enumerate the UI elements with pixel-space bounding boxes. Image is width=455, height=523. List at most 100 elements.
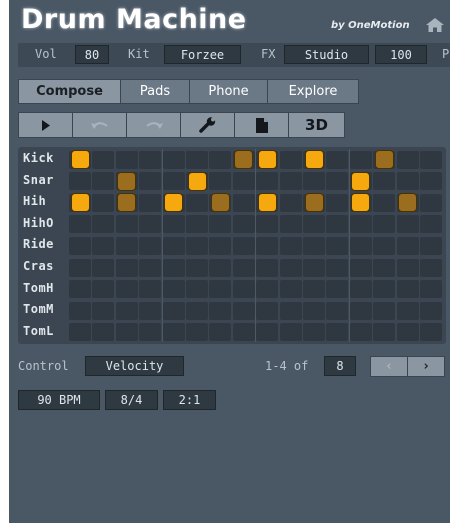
step-cell[interactable] — [186, 258, 208, 277]
step-cell[interactable] — [279, 258, 302, 277]
kit-select[interactable]: Forzee — [164, 45, 241, 64]
step-cell[interactable] — [303, 236, 325, 255]
tab-phone[interactable]: Phone — [189, 79, 268, 104]
redo-button[interactable] — [126, 112, 181, 138]
step-cell[interactable] — [92, 150, 115, 169]
step-cell[interactable] — [139, 193, 162, 212]
step-cell[interactable] — [279, 150, 302, 169]
step-cell[interactable] — [373, 280, 396, 299]
step-cell[interactable] — [92, 323, 115, 342]
step-cell[interactable] — [303, 258, 325, 277]
step-cell[interactable] — [373, 301, 396, 320]
step-cell[interactable] — [186, 323, 208, 342]
step-cell[interactable] — [186, 193, 208, 212]
step-cell[interactable] — [186, 280, 208, 299]
step-cell[interactable] — [303, 301, 325, 320]
bpm-field[interactable]: 90 BPM — [18, 390, 100, 410]
step-cell[interactable] — [69, 258, 91, 277]
step-cell[interactable] — [326, 215, 349, 234]
step-cell[interactable] — [303, 280, 325, 299]
step-cell[interactable] — [186, 236, 208, 255]
note-dim[interactable] — [234, 150, 254, 169]
step-cell[interactable] — [69, 236, 91, 255]
step-cell[interactable] — [209, 258, 232, 277]
step-cell[interactable] — [209, 215, 232, 234]
note-dim[interactable] — [117, 171, 137, 191]
note-bright[interactable] — [70, 193, 90, 213]
step-cell[interactable] — [232, 215, 255, 234]
step-cell[interactable] — [349, 323, 372, 342]
time-signature-field[interactable]: 8/4 — [105, 390, 158, 410]
home-icon[interactable] — [425, 17, 445, 33]
step-cell[interactable] — [326, 258, 349, 277]
step-cell[interactable] — [326, 193, 349, 212]
note-bright[interactable] — [304, 150, 324, 169]
prev-button[interactable]: ‹ — [370, 356, 408, 377]
note-bright[interactable] — [351, 193, 371, 213]
step-cell[interactable] — [92, 301, 115, 320]
tab-explore[interactable]: Explore — [267, 79, 359, 104]
step-cell[interactable] — [256, 172, 279, 191]
step-cell[interactable] — [396, 172, 419, 191]
step-cell[interactable] — [256, 215, 279, 234]
fx-amount-field[interactable]: 100 — [375, 45, 427, 64]
step-cell[interactable] — [420, 301, 442, 320]
step-cell[interactable] — [326, 150, 349, 169]
step-cell[interactable] — [279, 172, 302, 191]
step-cell[interactable] — [139, 215, 162, 234]
step-cell[interactable] — [303, 172, 325, 191]
note-bright[interactable] — [257, 193, 277, 213]
note-dim[interactable] — [210, 193, 230, 213]
step-cell[interactable] — [209, 172, 232, 191]
step-cell[interactable] — [349, 280, 372, 299]
step-cell[interactable] — [139, 236, 162, 255]
step-cell[interactable] — [209, 301, 232, 320]
view-3d-button[interactable]: 3D — [288, 112, 345, 138]
step-cell[interactable] — [373, 193, 396, 212]
step-cell[interactable] — [420, 280, 442, 299]
step-cell[interactable] — [139, 150, 162, 169]
step-cell[interactable] — [303, 323, 325, 342]
step-cell[interactable] — [396, 258, 419, 277]
step-cell[interactable] — [92, 258, 115, 277]
step-cell[interactable] — [69, 280, 91, 299]
step-cell[interactable] — [373, 215, 396, 234]
step-cell[interactable] — [326, 172, 349, 191]
step-cell[interactable] — [420, 215, 442, 234]
step-cell[interactable] — [326, 323, 349, 342]
step-cell[interactable] — [92, 172, 115, 191]
step-cell[interactable] — [303, 215, 325, 234]
step-cell[interactable] — [279, 193, 302, 212]
step-cell[interactable] — [349, 301, 372, 320]
step-cell[interactable] — [115, 236, 138, 255]
step-cell[interactable] — [420, 258, 442, 277]
step-cell[interactable] — [186, 215, 208, 234]
step-cell[interactable] — [69, 301, 91, 320]
step-cell[interactable] — [420, 193, 442, 212]
step-cell[interactable] — [139, 258, 162, 277]
step-cell[interactable] — [139, 280, 162, 299]
step-cell[interactable] — [162, 150, 185, 169]
step-cell[interactable] — [115, 280, 138, 299]
step-cell[interactable] — [279, 301, 302, 320]
settings-button[interactable] — [180, 112, 235, 138]
step-cell[interactable] — [232, 280, 255, 299]
step-cell[interactable] — [373, 236, 396, 255]
step-cell[interactable] — [256, 323, 279, 342]
step-cell[interactable] — [115, 258, 138, 277]
note-bright[interactable] — [257, 150, 277, 169]
note-bright[interactable] — [164, 193, 184, 213]
step-cell[interactable] — [186, 150, 208, 169]
step-cell[interactable] — [209, 280, 232, 299]
step-cell[interactable] — [162, 236, 185, 255]
step-cell[interactable] — [326, 301, 349, 320]
note-dim[interactable] — [117, 193, 137, 213]
step-cell[interactable] — [420, 150, 442, 169]
step-cell[interactable] — [232, 301, 255, 320]
step-cell[interactable] — [396, 301, 419, 320]
step-cell[interactable] — [162, 172, 185, 191]
tab-pads[interactable]: Pads — [120, 79, 190, 104]
step-cell[interactable] — [349, 236, 372, 255]
note-bright[interactable] — [187, 171, 207, 191]
step-cell[interactable] — [256, 258, 279, 277]
